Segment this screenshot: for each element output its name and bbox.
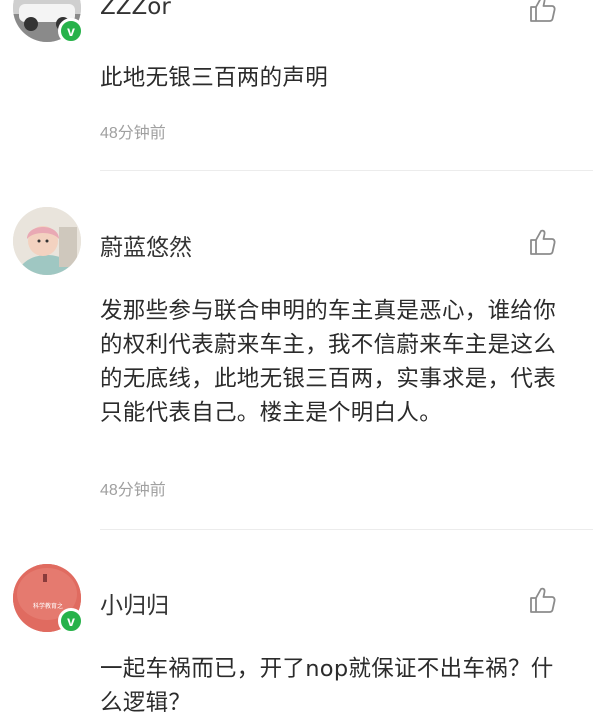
avatar-baby-photo	[13, 207, 81, 275]
divider	[100, 170, 593, 171]
thumbs-up-icon[interactable]	[528, 585, 558, 615]
divider	[100, 529, 593, 530]
verified-badge-icon: v	[58, 18, 84, 44]
comment-time: 48分钟前	[100, 482, 166, 499]
user-avatar[interactable]: 科学教育之 v	[13, 564, 84, 634]
comment-text: 一起车祸而已，开了nop就保证不出车祸？什么逻辑？	[100, 656, 554, 716]
comment-time: 48分钟前	[100, 125, 166, 142]
comment-item: v ZZZor 此地无银三百两的声明 48分钟前	[0, 0, 593, 171]
comment-username[interactable]: 蔚蓝悠然	[100, 228, 192, 262]
thumbs-up-icon[interactable]	[528, 0, 558, 24]
comment-username[interactable]: 小归归	[100, 586, 169, 620]
comment-username[interactable]: ZZZor	[100, 0, 171, 20]
user-avatar[interactable]	[13, 207, 81, 275]
comment-text: 此地无银三百两的声明	[100, 65, 329, 91]
verified-badge-icon: v	[58, 608, 84, 634]
thumbs-up-icon[interactable]	[528, 227, 558, 257]
user-avatar[interactable]: v	[13, 0, 84, 44]
comment-text: 发那些参与联合申明的车主真是恶心，谁给你的权利代表蔚来车主，我不信蔚来车主是这么…	[100, 298, 557, 426]
